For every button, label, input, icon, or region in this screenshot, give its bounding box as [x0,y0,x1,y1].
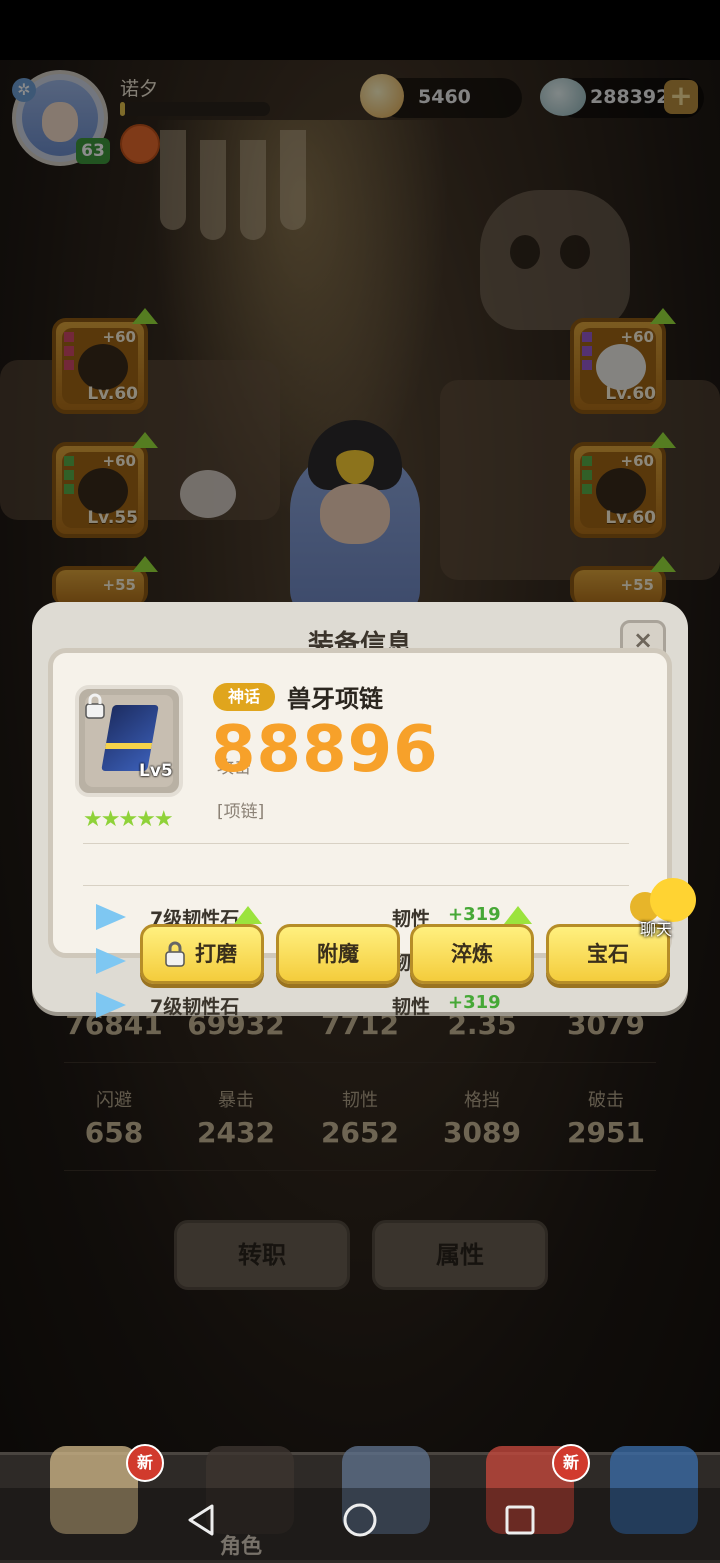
chat-label: 聊天 [640,920,673,939]
gem-icon [96,948,126,974]
enchant-button[interactable]: 附魔 [276,924,400,984]
gem-name: 7级韧性石 [150,996,240,1018]
home-icon[interactable] [342,1502,378,1538]
upgrade-arrow-icon [504,906,532,924]
upgrade-arrow-icon [234,906,262,924]
lock-icon [85,693,105,719]
item-level: Lv5 [139,761,173,781]
grind-button[interactable]: 打磨 [140,924,264,984]
chat-button[interactable]: 聊天 [630,878,700,939]
new-badge: 新 [552,1444,590,1482]
refine-button[interactable]: 淬炼 [410,924,534,984]
item-icon-frame[interactable]: Lv5 [75,685,183,797]
lock-icon [165,941,185,967]
item-power-value: 88896 [211,713,439,787]
gem-icon [96,992,126,1018]
item-slot-type: [项链] [217,802,265,822]
recents-icon[interactable] [504,1504,536,1536]
item-star-rating: ★★★★★ [83,807,174,832]
panel-divider [83,843,629,844]
gem-stat: 韧性 [392,996,431,1018]
panel-divider [83,885,629,886]
new-badge: 新 [126,1444,164,1482]
rarity-badge: 神话 [213,683,275,711]
gem-bonus: +319 [448,992,501,1013]
grind-button-label: 打磨 [195,942,237,966]
back-icon[interactable] [184,1502,218,1538]
gem-icon [96,904,126,930]
gem-bonus: +319 [448,904,501,925]
gem-row: 7级韧性石 韧性 +319 [96,990,576,1020]
status-bar [0,0,720,60]
item-name: 兽牙项链 [287,685,383,713]
